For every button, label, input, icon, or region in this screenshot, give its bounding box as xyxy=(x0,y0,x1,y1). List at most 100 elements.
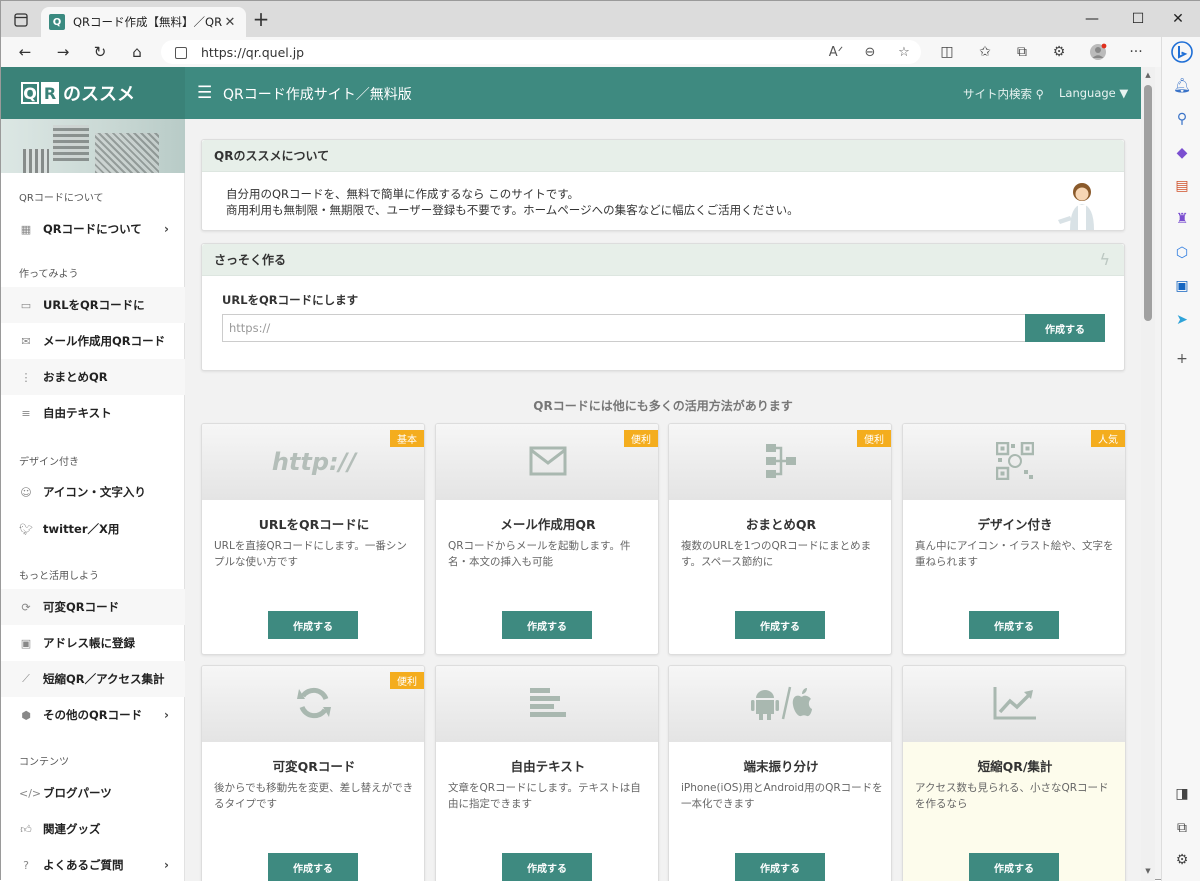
sitemap-icon xyxy=(764,442,798,483)
search-icon: ⚲ xyxy=(1035,87,1045,101)
external-open-icon[interactable]: ⧉ xyxy=(1170,817,1194,839)
sidebar-item-about-qr[interactable]: ▦ QRコードについて › xyxy=(1,211,185,247)
window-close-icon[interactable]: ✕ xyxy=(1155,1,1200,37)
close-tab-icon[interactable]: ✕ xyxy=(222,15,238,30)
sidebar-item-label: よくあるご質問 xyxy=(43,858,124,872)
tile-create-button[interactable]: 作成する xyxy=(735,853,825,881)
language-dropdown[interactable]: Language ▼ xyxy=(1059,86,1128,100)
shopping-tag-icon[interactable]: ◆ xyxy=(1170,142,1194,164)
read-aloud-icon[interactable]: Aᐟ xyxy=(819,45,853,60)
site-search-button[interactable]: サイト内検索 ⚲ xyxy=(963,86,1044,102)
android-apple-icon xyxy=(750,686,812,723)
home-icon[interactable]: ⌂ xyxy=(125,41,149,63)
tile-url-qr[interactable]: http:// 基本 URLをQRコードに URLを直接QRコードにします。一番… xyxy=(201,423,425,655)
tile-badge: 基本 xyxy=(390,430,424,447)
sidebar-item-faq[interactable]: ? よくあるご質問 › xyxy=(1,847,185,881)
tile-title: 端末振り分け xyxy=(743,759,819,774)
games-chess-icon[interactable]: ♜ xyxy=(1170,208,1194,230)
search-icon[interactable]: ⚲ xyxy=(1170,108,1194,130)
outlook-icon[interactable]: ▣ xyxy=(1170,275,1194,297)
sidebar-item-url-qr[interactable]: ▭ URLをQRコードに xyxy=(1,287,185,323)
page-scrollbar[interactable]: ▲ ▼ xyxy=(1141,67,1155,881)
sidebar-item-icon-text[interactable]: ☺ アイコン・文字入り xyxy=(1,474,185,510)
line-chart-icon: ⟋ xyxy=(22,672,30,685)
bing-copilot-icon[interactable] xyxy=(1170,41,1194,63)
tab-actions-icon[interactable] xyxy=(9,9,33,31)
sidebar-section: コンテンツ xyxy=(19,757,69,768)
back-icon[interactable]: ← xyxy=(13,41,37,63)
tile-create-button[interactable]: 作成する xyxy=(502,611,592,639)
profile-avatar-icon[interactable] xyxy=(1086,41,1110,63)
tile-create-button[interactable]: 作成する xyxy=(969,611,1059,639)
sidebar-item-short-qr[interactable]: ⟋ 短縮QR／アクセス集計 xyxy=(1,661,185,697)
sidebar-settings-gear-icon[interactable]: ⚙ xyxy=(1170,849,1194,871)
tile-mail-qr[interactable]: 便利 メール作成用QR QRコードからメールを起動します。件名・本文の挿入も可能… xyxy=(435,423,659,655)
tools-briefcase-icon[interactable]: ▤ xyxy=(1170,175,1194,197)
tile-description: iPhone(iOS)用とAndroid用のQRコードを一本化できます xyxy=(681,782,883,810)
tile-title: 可変QRコード xyxy=(272,759,356,774)
sitemap-icon: ⋮ xyxy=(20,370,32,384)
refresh-icon[interactable]: ↻ xyxy=(88,41,112,63)
tile-create-button[interactable]: 作成する xyxy=(969,853,1059,881)
quick-create-button[interactable]: 作成する xyxy=(1025,314,1105,342)
line-chart-icon xyxy=(993,686,1037,723)
tile-omatome-qr[interactable]: 便利 おまとめQR 複数のURLを1つのQRコードにまとめます。スペース節約に … xyxy=(668,423,892,655)
tile-create-button[interactable]: 作成する xyxy=(735,611,825,639)
sidebar-item-blog-parts[interactable]: </> ブログパーツ xyxy=(1,775,185,811)
zoom-icon[interactable]: ⊖ xyxy=(853,45,887,60)
url-input[interactable]: https:// xyxy=(222,314,1026,342)
sidebar-item-dynamic-qr[interactable]: ⟳ 可変QRコード xyxy=(1,589,185,625)
http-icon: http:// xyxy=(271,448,357,476)
sidebar-item-mail-qr[interactable]: ✉ メール作成用QRコード xyxy=(1,323,185,359)
tile-description: 文章をQRコードにします。テキストは自由に指定できます xyxy=(448,782,641,810)
hamburger-menu-icon[interactable]: ☰ xyxy=(197,83,213,103)
address-bar[interactable]: https://qr.quel.jp Aᐟ ⊖ ☆ xyxy=(161,40,921,64)
extensions-icon[interactable]: ⚙ xyxy=(1047,41,1071,63)
sidebar-item-free-text[interactable]: ≡ 自由テキスト xyxy=(1,395,185,431)
sidebar-item-goods[interactable]: 👍︎ 関連グッズ xyxy=(1,811,185,847)
favorite-star-icon[interactable]: ☆ xyxy=(887,45,921,60)
site-search-label: サイト内検索 xyxy=(963,87,1032,101)
tile-dynamic-qr[interactable]: 便利 可変QRコード 後からでも移動先を変更、差し替えができるタイプです 作成す… xyxy=(201,665,425,881)
sidebar-item-label: QRコードについて xyxy=(43,222,142,236)
qr-smiley-icon xyxy=(995,441,1035,483)
site-logo[interactable]: Q R のススメ xyxy=(1,67,185,119)
tile-description: URLを直接QRコードにします。一番シンプルな使い方です xyxy=(214,540,407,568)
scrollbar-thumb[interactable] xyxy=(1144,85,1152,321)
tile-description: 複数のURLを1つのQRコードにまとめます。スペース節約に xyxy=(681,540,872,568)
hide-sidebar-icon[interactable]: ◨ xyxy=(1170,783,1194,805)
sidebar-item-twitter[interactable]: 🐦︎ twitter／X用 xyxy=(1,511,185,547)
add-sidebar-app-icon[interactable]: + xyxy=(1170,348,1194,370)
tile-free-text[interactable]: 自由テキスト 文章をQRコードにします。テキストは自由に指定できます 作成する xyxy=(435,665,659,881)
new-tab-icon[interactable]: + xyxy=(251,9,271,30)
browser-tab[interactable]: Q QRコード作成【無料】／QRのススメ ✕ xyxy=(41,7,246,37)
tile-short-qr[interactable]: 短縮QR/集計 アクセス数も見られる、小さなQRコードを作るなら 作成する xyxy=(902,665,1126,881)
scroll-down-icon[interactable]: ▼ xyxy=(1144,867,1152,875)
sidebar-item-address-book[interactable]: ▣ アドレス帳に登録 xyxy=(1,625,185,661)
notifications-bell-icon[interactable]: 🔔︎ xyxy=(1170,75,1194,97)
tile-create-button[interactable]: 作成する xyxy=(502,853,592,881)
tile-title: 自由テキスト xyxy=(510,759,586,774)
quick-create-card: さっそく作る ϟ URLをQRコードにします https:// 作成する xyxy=(201,243,1125,371)
more-menu-icon[interactable]: ··· xyxy=(1124,41,1148,63)
split-screen-icon[interactable]: ◫ xyxy=(935,41,959,63)
site-title: QRコード作成サイト／無料版 xyxy=(223,87,412,103)
tile-create-button[interactable]: 作成する xyxy=(268,611,358,639)
tile-create-button[interactable]: 作成する xyxy=(268,853,358,881)
tile-title: おまとめQR xyxy=(745,517,817,532)
scroll-up-icon[interactable]: ▲ xyxy=(1144,71,1152,79)
favorites-icon[interactable]: ✩ xyxy=(973,41,997,63)
collections-icon[interactable]: ⧉ xyxy=(1010,41,1034,63)
envelope-icon xyxy=(529,446,567,479)
tile-device-split[interactable]: 端末振り分け iPhone(iOS)用とAndroid用のQRコードを一本化でき… xyxy=(668,665,892,881)
tile-description: アクセス数も見られる、小さなQRコードを作るなら xyxy=(915,782,1109,810)
microsoft-365-icon[interactable]: ⬡ xyxy=(1170,242,1194,264)
forward-icon[interactable]: → xyxy=(51,41,75,63)
minimize-icon[interactable]: — xyxy=(1069,1,1115,37)
tile-description: 真ん中にアイコン・イラスト絵や、文字を重ねられます xyxy=(915,540,1114,568)
tile-design-qr[interactable]: 人気 デザイン付き 真ん中にアイコン・イラスト絵や、文字を重ねられます 作成する xyxy=(902,423,1126,655)
drop-send-icon[interactable]: ➤ xyxy=(1170,309,1194,331)
about-card-header: QRのススメについて xyxy=(202,140,1124,172)
sidebar-item-omatome-qr[interactable]: ⋮ おまとめQR xyxy=(1,359,185,395)
sidebar-item-other-qr[interactable]: ⬢ その他のQRコード › xyxy=(1,697,185,733)
